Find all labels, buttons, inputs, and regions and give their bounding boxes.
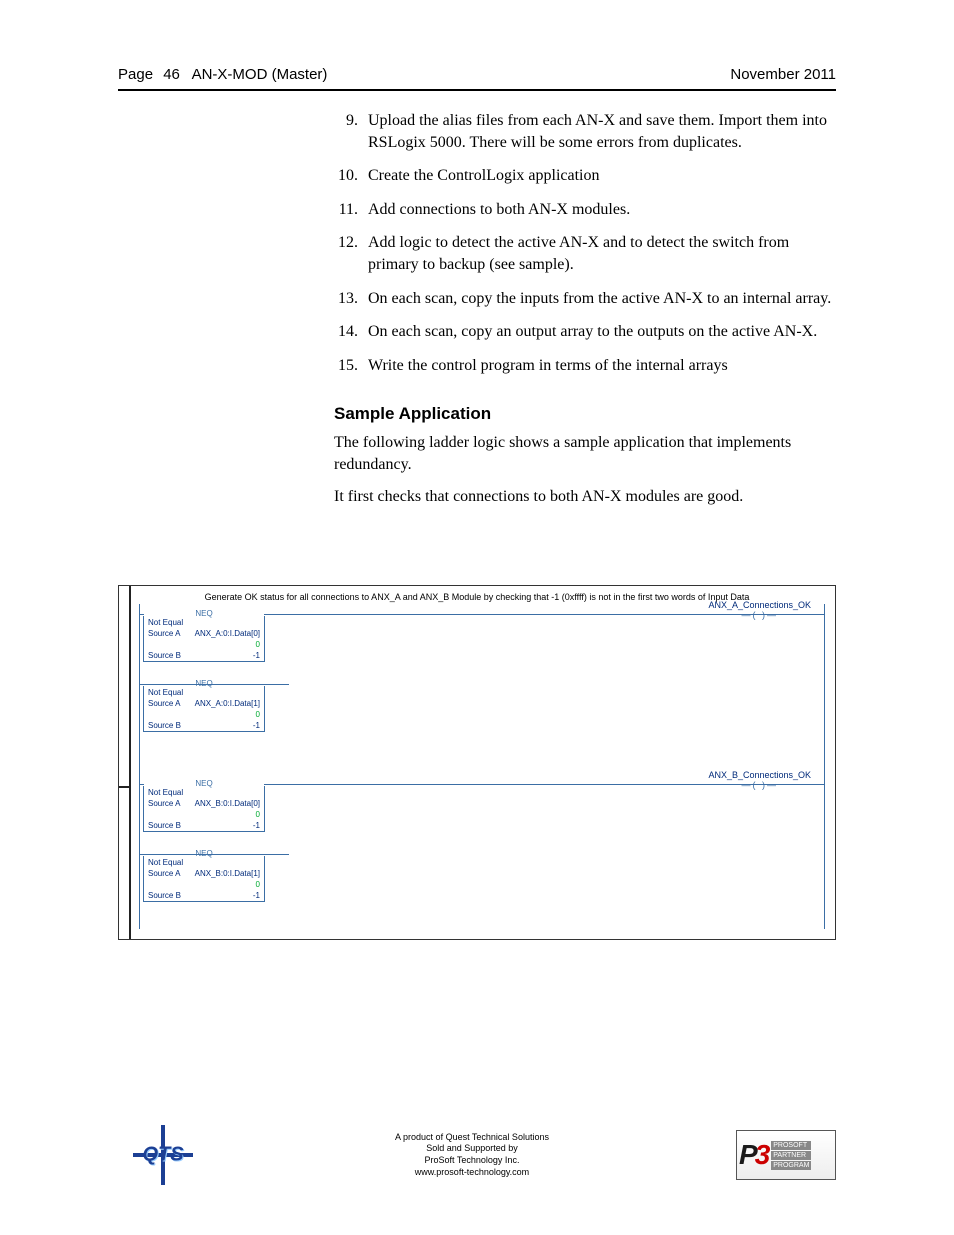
source-b-value: -1 bbox=[253, 821, 260, 830]
power-rail-right bbox=[824, 604, 825, 929]
branch-join bbox=[139, 784, 164, 855]
coil-symbol: —( )— bbox=[708, 610, 811, 620]
p3-label: PROSOFT bbox=[771, 1141, 811, 1150]
p3-labels: PROSOFT PARTNER PROGRAM bbox=[771, 1140, 811, 1171]
p3-logo-text: P3 bbox=[739, 1139, 767, 1171]
doc-title: AN-X-MOD (Master) bbox=[192, 66, 328, 83]
source-a-label: Source A bbox=[148, 869, 180, 878]
section-heading: Sample Application bbox=[334, 404, 836, 424]
source-a-value: 0 bbox=[256, 810, 260, 819]
source-a-tag: ANX_A:0:I.Data[1] bbox=[195, 699, 260, 708]
source-a-tag: ANX_A:0:I.Data[0] bbox=[195, 629, 260, 638]
source-a-tag: ANX_B:0:I.Data[1] bbox=[195, 869, 260, 878]
source-a-value: 0 bbox=[256, 640, 260, 649]
neq-instruction: NEQNot EqualSource AANX_B:0:I.Data[1]0So… bbox=[143, 856, 265, 902]
page-header: Page 46 AN-X-MOD (Master) November 2011 bbox=[118, 66, 836, 91]
source-a-tag: ANX_B:0:I.Data[0] bbox=[195, 799, 260, 808]
source-b-label: Source B bbox=[148, 721, 181, 730]
numbered-steps: Upload the alias files from each AN-X an… bbox=[334, 110, 836, 376]
footer-line: A product of Quest Technical Solutions bbox=[208, 1132, 736, 1144]
footer-text: A product of Quest Technical Solutions S… bbox=[208, 1132, 736, 1179]
power-rail-outer bbox=[129, 586, 131, 939]
source-a-value: 0 bbox=[256, 710, 260, 719]
instruction-name: Not Equal bbox=[144, 857, 264, 868]
source-a-value: 0 bbox=[256, 880, 260, 889]
header-date: November 2011 bbox=[730, 66, 836, 83]
step-item: Write the control program in terms of th… bbox=[362, 355, 836, 377]
instruction-name: Not Equal bbox=[144, 687, 264, 698]
page-footer: QTS A product of Quest Technical Solutio… bbox=[118, 1115, 836, 1195]
p3-label: PROGRAM bbox=[771, 1161, 811, 1170]
body-column: Upload the alias files from each AN-X an… bbox=[334, 110, 836, 517]
footer-line: Sold and Supported by bbox=[208, 1143, 736, 1155]
ladder-logic-figure: Generate OK status for all connections t… bbox=[118, 585, 836, 940]
paragraph: The following ladder logic shows a sampl… bbox=[334, 432, 836, 475]
source-b-label: Source B bbox=[148, 891, 181, 900]
page-number: 46 bbox=[163, 66, 180, 83]
footer-line: ProSoft Technology Inc. bbox=[208, 1155, 736, 1167]
source-b-value: -1 bbox=[253, 651, 260, 660]
qts-logo: QTS bbox=[118, 1125, 208, 1185]
p3-letter-p: P bbox=[739, 1139, 755, 1170]
output-coil: ANX_B_Connections_OK—( )— bbox=[708, 770, 811, 790]
p3-label: PARTNER bbox=[771, 1151, 811, 1160]
coil-tag: ANX_B_Connections_OK bbox=[708, 770, 811, 780]
prosoft-partner-logo: P3 PROSOFT PARTNER PROGRAM bbox=[736, 1130, 836, 1180]
header-left: Page 46 AN-X-MOD (Master) bbox=[118, 66, 327, 83]
source-a-label: Source A bbox=[148, 699, 180, 708]
step-item: Create the ControlLogix application bbox=[362, 165, 836, 187]
neq-instruction: NEQNot EqualSource AANX_A:0:I.Data[1]0So… bbox=[143, 686, 265, 732]
source-b-value: -1 bbox=[253, 721, 260, 730]
coil-symbol: —( )— bbox=[708, 780, 811, 790]
qts-logo-text: QTS bbox=[142, 1144, 183, 1167]
source-b-value: -1 bbox=[253, 891, 260, 900]
step-item: Add logic to detect the active AN-X and … bbox=[362, 232, 836, 275]
page-label: Page bbox=[118, 66, 153, 83]
coil-tag: ANX_A_Connections_OK bbox=[708, 600, 811, 610]
paragraph: It first checks that connections to both… bbox=[334, 486, 836, 508]
branch-join bbox=[139, 614, 164, 685]
rung-marker bbox=[119, 786, 129, 788]
step-item: Upload the alias files from each AN-X an… bbox=[362, 110, 836, 153]
output-coil: ANX_A_Connections_OK—( )— bbox=[708, 600, 811, 620]
step-item: On each scan, copy an output array to th… bbox=[362, 321, 836, 343]
p3-digit-3: 3 bbox=[755, 1139, 768, 1170]
step-item: On each scan, copy the inputs from the a… bbox=[362, 288, 836, 310]
footer-line: www.prosoft-technology.com bbox=[208, 1167, 736, 1179]
step-item: Add connections to both AN-X modules. bbox=[362, 199, 836, 221]
